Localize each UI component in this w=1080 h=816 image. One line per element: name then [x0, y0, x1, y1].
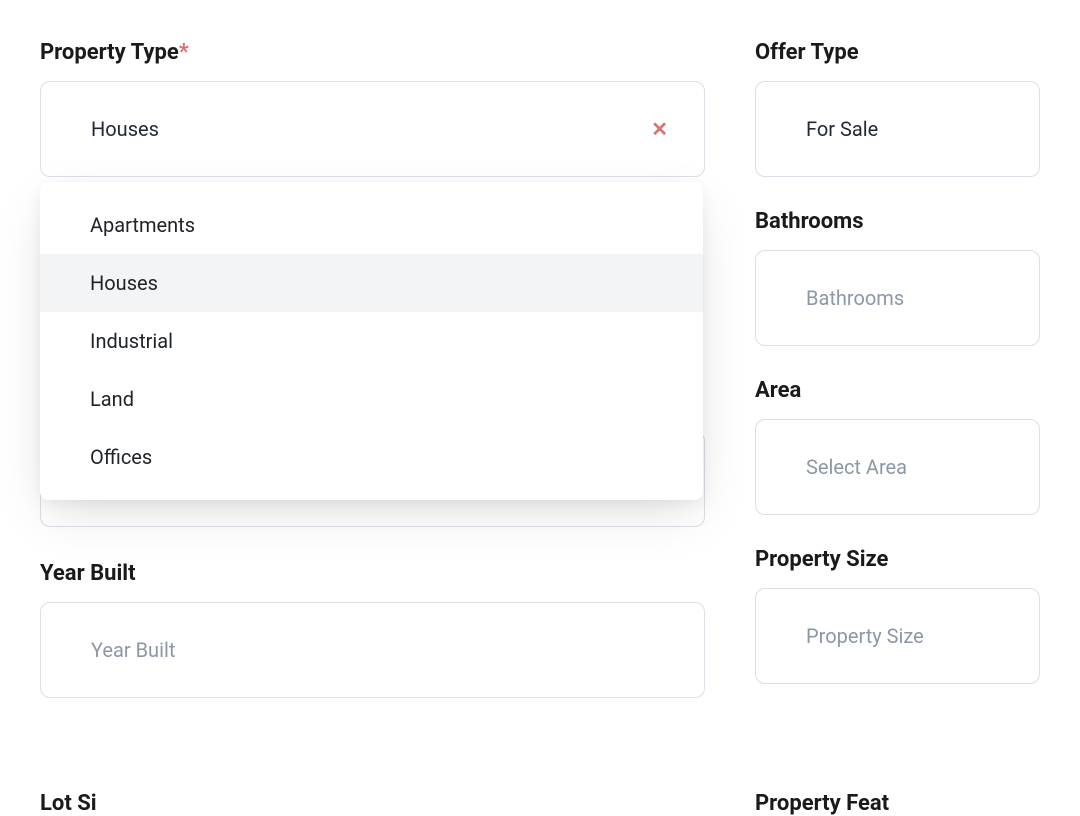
- dropdown-item-houses[interactable]: Houses: [40, 254, 703, 312]
- offer-type-label: Offer Type: [755, 40, 1040, 65]
- year-built-field: Year Built Year Built: [40, 561, 705, 698]
- dropdown-item-apartments[interactable]: Apartments: [40, 196, 703, 254]
- area-field: Area Select Area: [755, 378, 1040, 515]
- property-size-label: Property Size: [755, 547, 1040, 572]
- bathrooms-input[interactable]: Bathrooms: [755, 250, 1040, 346]
- area-placeholder: Select Area: [806, 455, 907, 479]
- property-type-selected-value: Houses: [91, 117, 159, 141]
- property-type-field: Property Type* Houses ✕: [40, 40, 705, 177]
- dropdown-item-offices[interactable]: Offices: [40, 428, 703, 486]
- property-features-label-partial: Property Feat: [755, 791, 889, 816]
- clear-icon[interactable]: ✕: [651, 119, 668, 139]
- dropdown-item-industrial[interactable]: Industrial: [40, 312, 703, 370]
- offer-type-field: Offer Type For Sale: [755, 40, 1040, 177]
- area-select[interactable]: Select Area: [755, 419, 1040, 515]
- property-size-placeholder: Property Size: [806, 624, 924, 648]
- property-type-label: Property Type*: [40, 40, 705, 65]
- bathrooms-placeholder: Bathrooms: [806, 286, 904, 310]
- bathrooms-field: Bathrooms Bathrooms: [755, 209, 1040, 346]
- offer-type-select[interactable]: For Sale: [755, 81, 1040, 177]
- year-built-label: Year Built: [40, 561, 705, 586]
- dropdown-item-land[interactable]: Land: [40, 370, 703, 428]
- property-size-input[interactable]: Property Size: [755, 588, 1040, 684]
- property-type-dropdown: Apartments Houses Industrial Land Office…: [40, 182, 703, 500]
- required-star: *: [179, 40, 189, 65]
- lot-size-label-partial: Lot Si: [40, 791, 97, 816]
- property-size-field: Property Size Property Size: [755, 547, 1040, 684]
- property-type-select[interactable]: Houses ✕: [40, 81, 705, 177]
- offer-type-value: For Sale: [806, 117, 878, 141]
- property-type-label-text: Property Type: [40, 40, 179, 65]
- bathrooms-label: Bathrooms: [755, 209, 1040, 234]
- area-label: Area: [755, 378, 1040, 403]
- year-built-input[interactable]: Year Built: [40, 602, 705, 698]
- year-built-placeholder: Year Built: [91, 638, 175, 662]
